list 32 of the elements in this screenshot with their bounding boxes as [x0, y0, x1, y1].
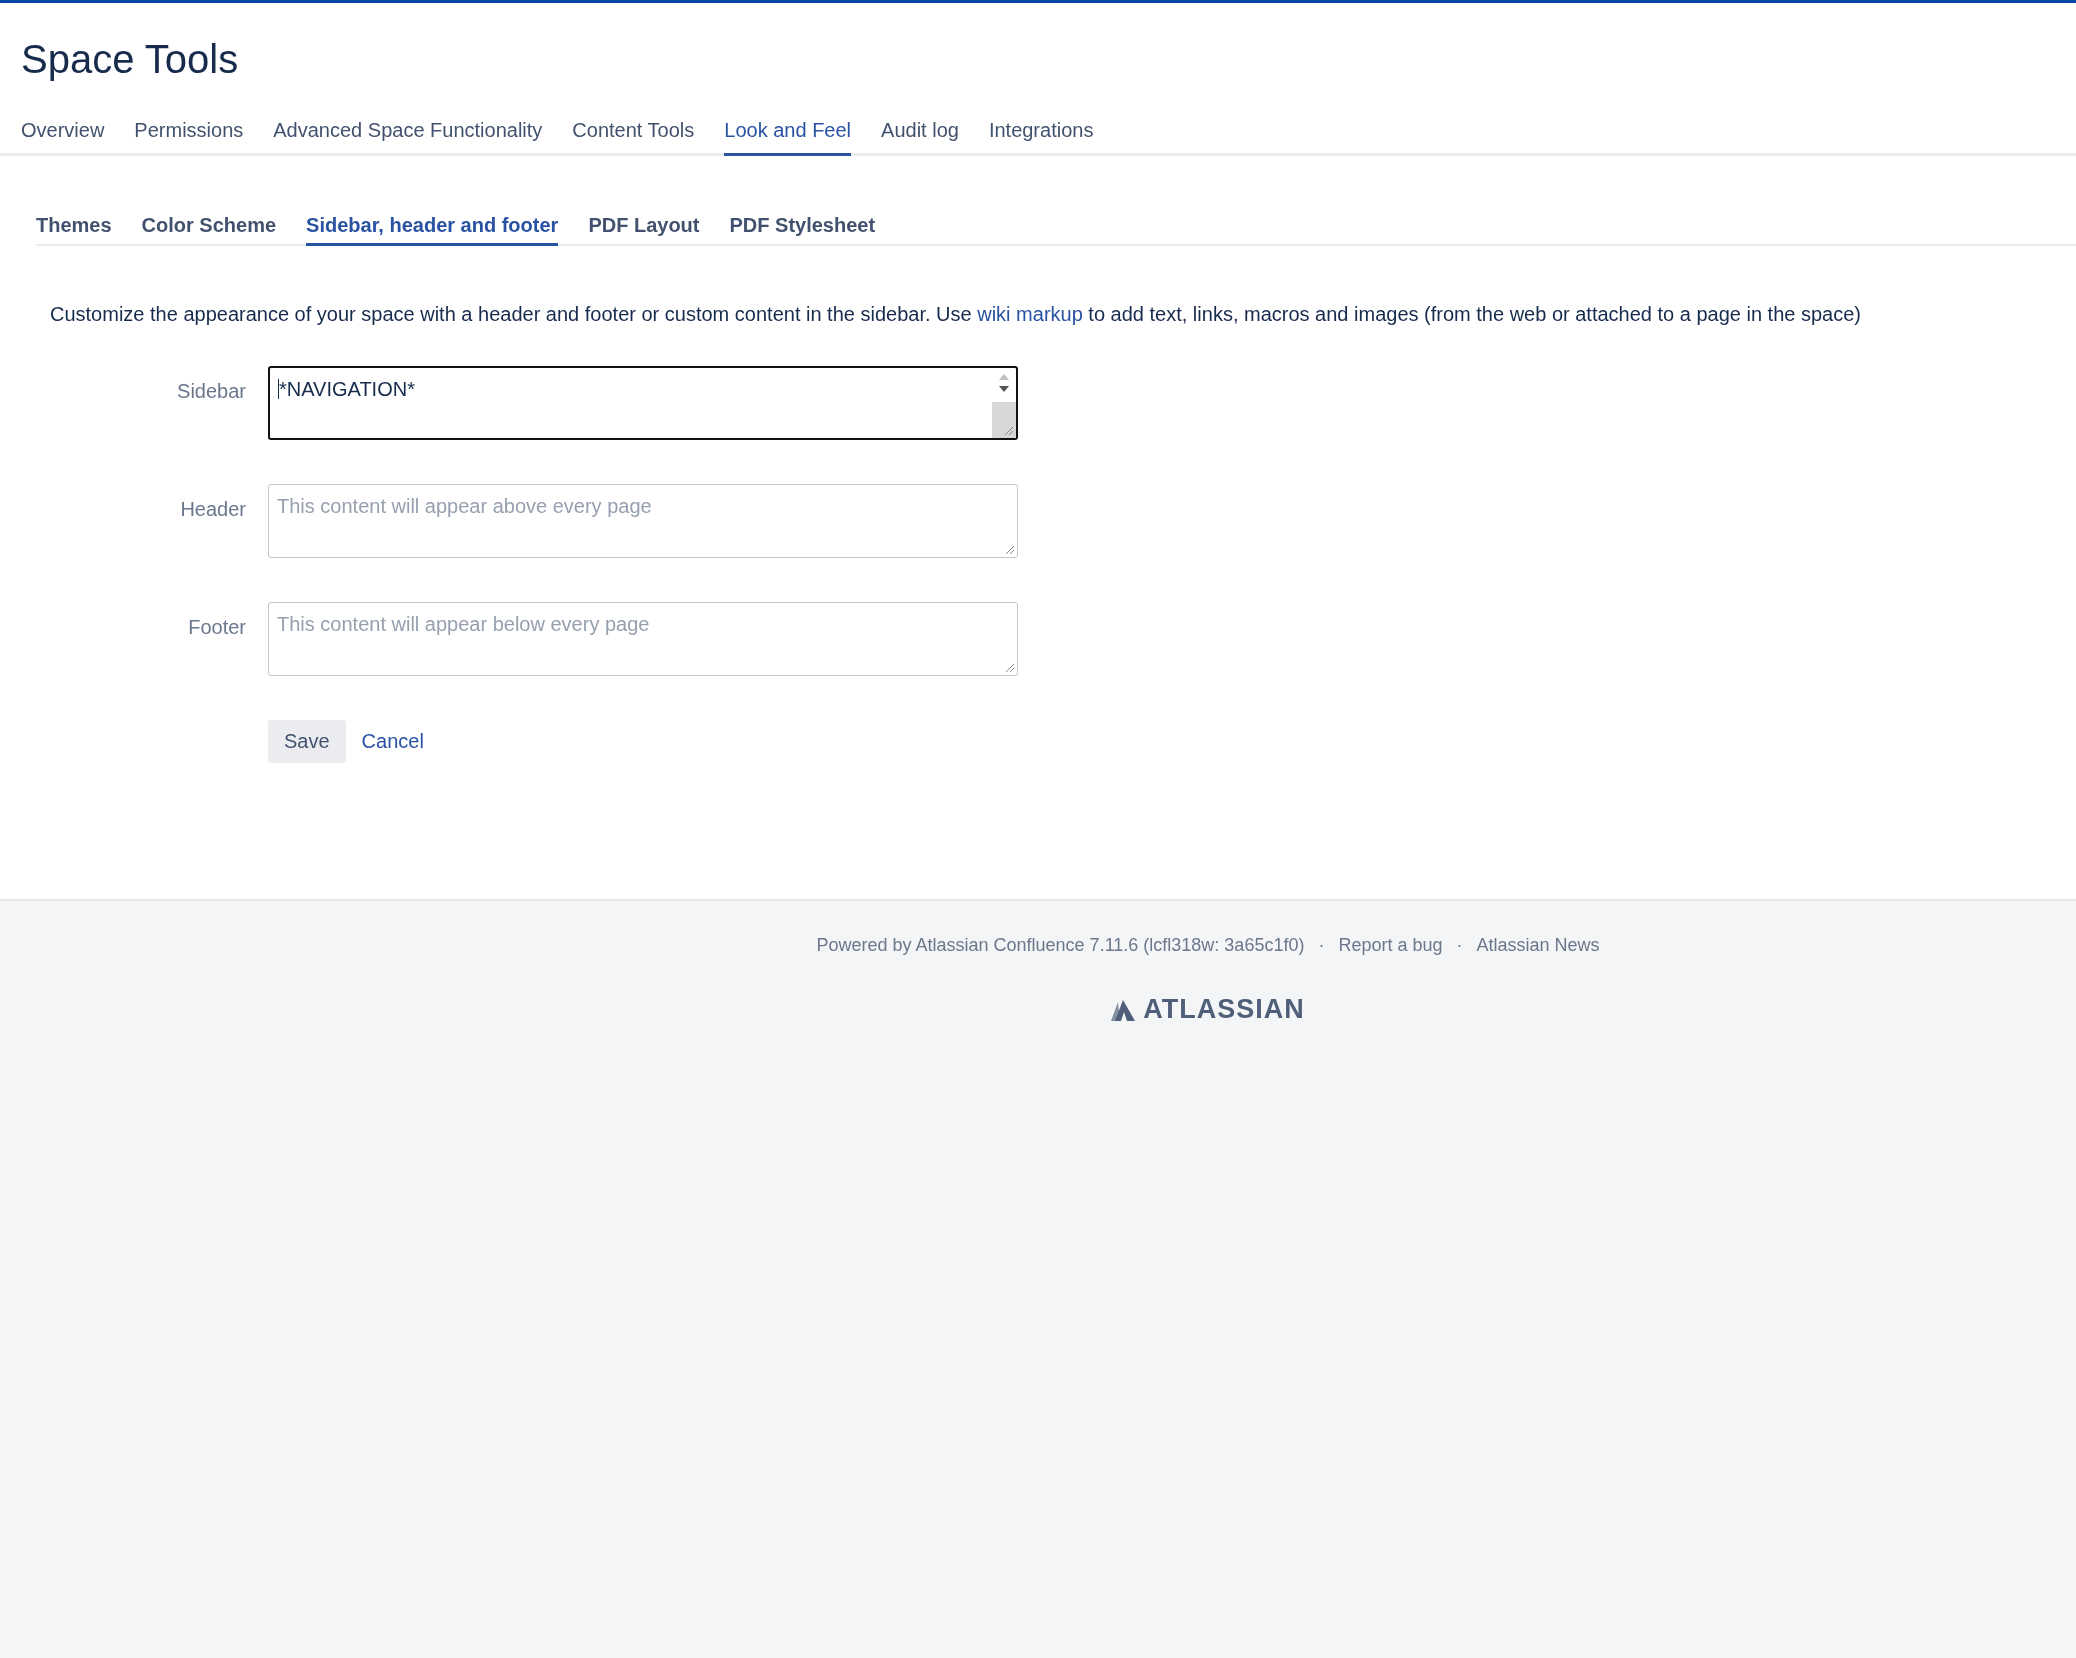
- subtab[interactable]: Sidebar, header and footer: [306, 214, 559, 246]
- text-area[interactable]: *NAVIGATION*: [268, 366, 1018, 440]
- scroll-down-arrow-icon[interactable]: [999, 386, 1009, 392]
- resize-handle-icon[interactable]: [1005, 545, 1015, 555]
- subtab[interactable]: PDF Stylesheet: [729, 214, 876, 246]
- powered-by-text: Powered by Atlassian Confluence 7.11.6 (lcfl318w: 3a65c1f0): [816, 935, 1305, 956]
- tab[interactable]: Integrations: [988, 113, 1094, 156]
- logo-text: ATLASSIAN: [1143, 994, 1305, 1025]
- description-text: Customize the appearance of your space with a header and footer or custom content in the sidebar. Use wiki markup to add text, links, macros and images (from the web or attached to a page in the space): [50, 303, 1862, 326]
- tab[interactable]: Advanced Space Functionality: [273, 113, 543, 156]
- scroll-up-arrow-icon[interactable]: [999, 374, 1009, 380]
- resize-handle-icon[interactable]: [1005, 663, 1015, 673]
- tab[interactable]: Permissions: [134, 113, 244, 156]
- tab[interactable]: Overview: [21, 113, 105, 156]
- field-label: Sidebar: [176, 379, 246, 403]
- field-label: Footer: [187, 615, 246, 639]
- resize-handle-icon[interactable]: [1004, 426, 1014, 436]
- separator-dot: ·: [1318, 935, 1325, 956]
- footer-link[interactable]: Atlassian News: [1476, 935, 1600, 956]
- subtab[interactable]: PDF Layout: [588, 214, 700, 246]
- subtab[interactable]: Color Scheme: [141, 214, 277, 246]
- tab[interactable]: Content Tools: [572, 113, 695, 156]
- page-title: Space Tools: [20, 36, 240, 83]
- field-label: Header: [179, 497, 246, 521]
- cancel-link[interactable]: Cancel: [361, 730, 424, 753]
- tab[interactable]: Audit log: [881, 113, 959, 156]
- save-button[interactable]: Save: [268, 720, 346, 763]
- tab[interactable]: Look and Feel: [724, 113, 852, 156]
- subtab[interactable]: Themes: [36, 214, 112, 246]
- footer-link[interactable]: Report a bug: [1338, 935, 1443, 956]
- wiki-markup-link[interactable]: wiki markup: [977, 303, 1083, 325]
- separator-dot: ·: [1456, 935, 1463, 956]
